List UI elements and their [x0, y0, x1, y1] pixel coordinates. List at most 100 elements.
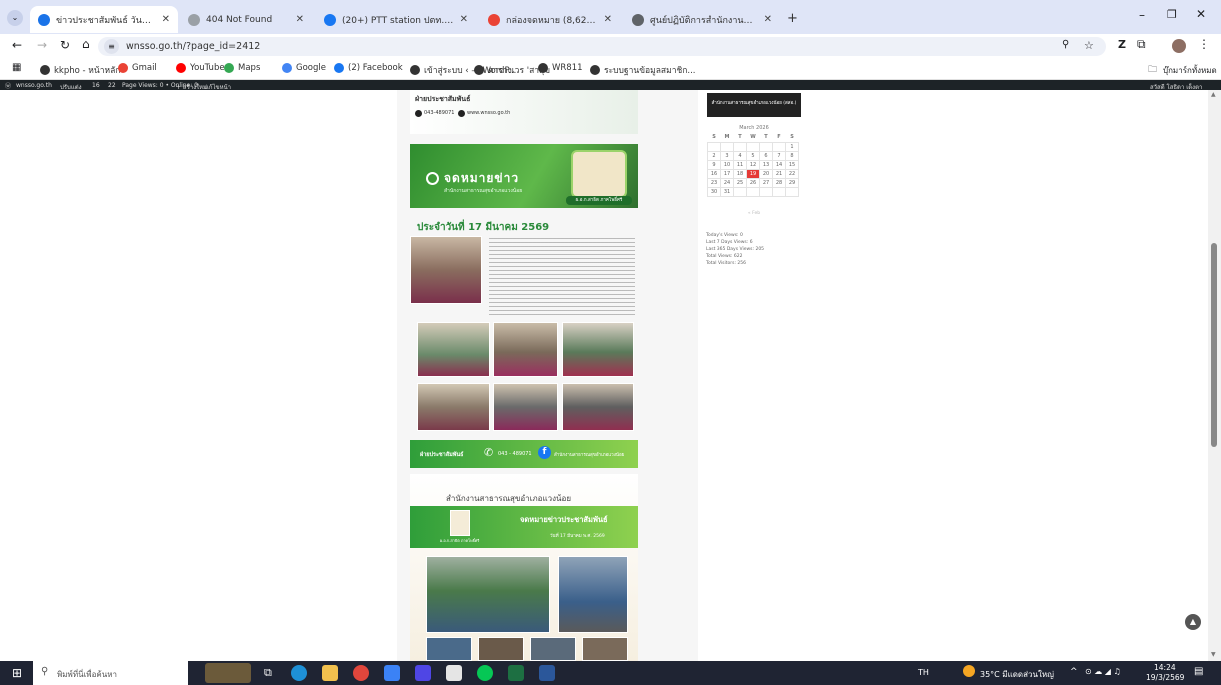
- calendar-day[interactable]: 23: [707, 177, 721, 188]
- home-icon[interactable]: ⌂: [82, 37, 90, 51]
- calendar-day[interactable]: 14: [772, 159, 786, 170]
- tab-close-icon[interactable]: ✕: [604, 14, 612, 25]
- forward-icon[interactable]: →: [37, 38, 47, 52]
- calendar-day[interactable]: 29: [785, 177, 799, 188]
- site-info-icon[interactable]: ≡: [104, 39, 119, 54]
- scrollbar-down-arrow[interactable]: ▼: [1211, 651, 1216, 658]
- chrome-icon[interactable]: [353, 665, 369, 681]
- scrollbar-up-arrow[interactable]: ▲: [1211, 91, 1216, 98]
- calendar-day[interactable]: 6: [759, 150, 773, 161]
- wp-site-name[interactable]: wnsso.go.th: [16, 82, 52, 89]
- tray-chevron-icon[interactable]: ^: [1070, 667, 1078, 677]
- calendar-day[interactable]: 27: [759, 177, 773, 188]
- extension-z-icon[interactable]: Z: [1118, 38, 1126, 51]
- bookmark-item[interactable]: Maps: [224, 63, 260, 73]
- profile-avatar[interactable]: [1172, 39, 1186, 53]
- word-icon[interactable]: [539, 665, 555, 681]
- calendar-day[interactable]: 8: [785, 150, 799, 161]
- calendar-day[interactable]: 18: [733, 168, 747, 179]
- calendar-day[interactable]: 21: [772, 168, 786, 179]
- edge-icon[interactable]: [291, 665, 307, 681]
- page-scrollbar[interactable]: ▲ ▼: [1208, 90, 1221, 661]
- calendar-day[interactable]: 12: [746, 159, 760, 170]
- line-icon[interactable]: [477, 665, 493, 681]
- calendar-day[interactable]: 3: [720, 150, 734, 161]
- reload-icon[interactable]: ↻: [60, 38, 70, 52]
- language-indicator[interactable]: TH: [918, 668, 929, 677]
- calendar-day[interactable]: 9: [707, 159, 721, 170]
- calculator-icon[interactable]: [446, 665, 462, 681]
- tray-icons[interactable]: ⊙ ☁ ◢ ♫: [1085, 667, 1121, 676]
- maximize-button[interactable]: ❐: [1167, 8, 1177, 21]
- tab-search-button[interactable]: ⌄: [7, 10, 23, 26]
- scrollbar-thumb[interactable]: [1211, 243, 1217, 447]
- calendar-day[interactable]: 10: [720, 159, 734, 170]
- calendar-day[interactable]: 2: [707, 150, 721, 161]
- apps-icon[interactable]: ▦: [12, 62, 21, 73]
- menu-icon[interactable]: ⋮: [1198, 37, 1210, 51]
- calendar-day[interactable]: 30: [707, 186, 721, 197]
- file-explorer-icon[interactable]: [322, 665, 338, 681]
- all-bookmarks[interactable]: บุ๊กมาร์กทั้งหมด: [1163, 64, 1217, 77]
- taskbar-search[interactable]: ⚲ พิมพ์ที่นี่เพื่อค้นหา: [33, 661, 188, 685]
- bookmark-item[interactable]: (2) Facebook: [334, 63, 403, 73]
- calendar-day[interactable]: 1: [785, 141, 799, 152]
- app-icon[interactable]: [384, 665, 400, 681]
- calendar-day[interactable]: 20: [759, 168, 773, 179]
- close-window-button[interactable]: ✕: [1196, 7, 1206, 21]
- bookmark-item[interactable]: YouTube: [176, 63, 225, 73]
- weather-text[interactable]: 35°C มีแดดส่วนใหญ่: [980, 668, 1054, 681]
- calendar-day[interactable]: 17: [720, 168, 734, 179]
- browser-tab[interactable]: ศูนย์ปฏิบัติการสำนักงานสาธารณสุข (สว ✕: [624, 6, 780, 33]
- bookmark-item[interactable]: Google: [282, 63, 326, 73]
- extensions-icon[interactable]: ⧉: [1137, 37, 1146, 52]
- bookmark-star-icon[interactable]: ☆: [1084, 39, 1094, 52]
- calendar-day[interactable]: 11: [733, 159, 747, 170]
- calendar-day[interactable]: 16: [707, 168, 721, 179]
- clock-date[interactable]: 19/3/2569: [1146, 673, 1184, 682]
- wp-item[interactable]: 16: [92, 82, 100, 89]
- calendar-day[interactable]: 15: [785, 159, 799, 170]
- wp-item[interactable]: 22: [108, 82, 116, 89]
- browser-tab[interactable]: (20+) PTT station ปตท. แวงน้อย ✕: [316, 6, 476, 33]
- bookmark-item[interactable]: Gmail: [118, 63, 157, 73]
- calendar-day[interactable]: 13: [759, 159, 773, 170]
- calendar-day[interactable]: 31: [720, 186, 734, 197]
- browser-tab[interactable]: 404 Not Found ✕: [180, 6, 312, 33]
- bookmark-item[interactable]: ระบบฐานข้อมูลสมาชิก...: [590, 63, 696, 77]
- bookmark-item[interactable]: WR811: [538, 63, 583, 73]
- app-icon[interactable]: [415, 665, 431, 681]
- calendar-day[interactable]: 19: [746, 168, 760, 179]
- calendar-day[interactable]: 24: [720, 177, 734, 188]
- minimize-button[interactable]: –: [1139, 8, 1145, 22]
- calendar-day[interactable]: 22: [785, 168, 799, 179]
- calendar-day[interactable]: 25: [733, 177, 747, 188]
- browser-tab[interactable]: กล่องจดหมาย (8,623) - sothidech ✕: [480, 6, 620, 33]
- wp-logo-icon[interactable]: ⓦ: [5, 81, 11, 90]
- zoom-icon[interactable]: ⚲: [1062, 39, 1069, 50]
- calendar-day[interactable]: 4: [733, 150, 747, 161]
- calendar-day[interactable]: 5: [746, 150, 760, 161]
- notification-icon[interactable]: ▤: [1194, 666, 1203, 677]
- excel-icon[interactable]: [508, 665, 524, 681]
- browser-tab[interactable]: ข่าวประชาสัมพันธ์ วันที่ 17 มีนาคม 2 ✕: [30, 6, 178, 33]
- tab-close-icon[interactable]: ✕: [296, 14, 304, 25]
- scroll-to-top-button[interactable]: ▲: [1185, 614, 1201, 630]
- tab-close-icon[interactable]: ✕: [764, 14, 772, 25]
- address-bar[interactable]: ≡ wnsso.go.th/?page_id=2412 ⚲ ☆: [98, 37, 1106, 56]
- news-widget-icon[interactable]: [205, 663, 251, 683]
- tab-close-icon[interactable]: ✕: [460, 14, 468, 25]
- all-bookmarks-folder-icon[interactable]: 🗀: [1148, 62, 1157, 78]
- calendar-prev-link[interactable]: « Feb: [707, 211, 801, 216]
- clock-time[interactable]: 14:24: [1154, 663, 1176, 672]
- calendar-day[interactable]: 26: [746, 177, 760, 188]
- back-icon[interactable]: ←: [12, 38, 22, 52]
- start-windows-icon[interactable]: ⊞: [12, 666, 22, 680]
- calendar-day[interactable]: 7: [772, 150, 786, 161]
- bookmark-item[interactable]: kkpho - หน้าหลัก: [40, 63, 120, 77]
- new-tab-button[interactable]: +: [787, 11, 798, 26]
- tab-close-icon[interactable]: ✕: [162, 14, 170, 25]
- task-view-icon[interactable]: ⧉: [264, 666, 272, 680]
- second-person: ผ.อ.ก.สาธิต ภาคโพธิ์ศรี: [440, 538, 480, 543]
- calendar-day[interactable]: 28: [772, 177, 786, 188]
